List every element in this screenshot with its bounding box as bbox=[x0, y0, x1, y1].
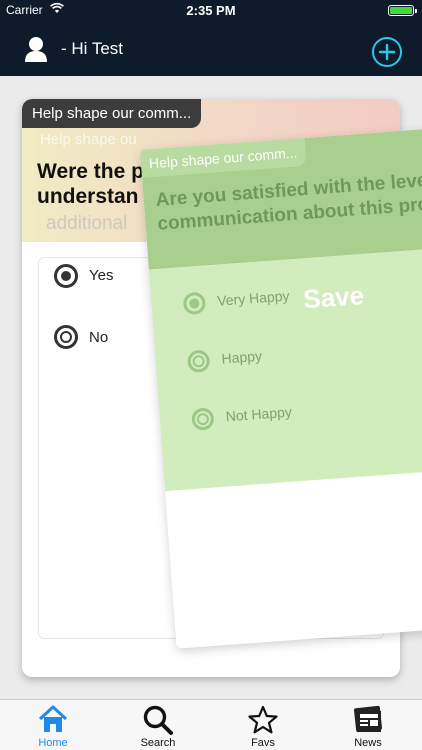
greeting-text: - Hi Test bbox=[61, 39, 124, 58]
question-area: Help shape our comm... Are you satisfied… bbox=[140, 124, 422, 270]
status-bar: Carrier 2:35 PM bbox=[0, 0, 422, 22]
radio-not-happy[interactable] bbox=[191, 407, 215, 431]
clock: 2:35 PM bbox=[186, 3, 236, 18]
search-icon bbox=[143, 705, 173, 735]
plus-circle-icon bbox=[378, 43, 396, 61]
battery-icon bbox=[388, 5, 417, 16]
add-button[interactable] bbox=[372, 37, 402, 67]
radio-yes[interactable] bbox=[54, 264, 78, 288]
tab-news[interactable]: News bbox=[333, 700, 403, 750]
survey-card-front[interactable]: Help shape our comm... Are you satisfied… bbox=[140, 124, 422, 649]
radio-very-happy[interactable] bbox=[182, 291, 207, 316]
tab-search[interactable]: Search bbox=[123, 700, 193, 750]
option-label: No bbox=[89, 329, 109, 346]
star-icon bbox=[248, 705, 278, 734]
card-tag: Help shape our comm... bbox=[22, 99, 202, 128]
tab-home[interactable]: Home bbox=[18, 700, 88, 750]
option-label: Yes bbox=[89, 267, 114, 284]
option-label: Not Happy bbox=[225, 403, 293, 425]
options-area: Save Very Happy Happy Not Happy bbox=[148, 244, 422, 492]
radio-no[interactable] bbox=[54, 325, 78, 349]
app-header: - Hi Test bbox=[0, 22, 422, 76]
tab-favs[interactable]: Favs bbox=[228, 700, 298, 750]
tag-ghost-text: Help shape ou bbox=[40, 131, 137, 148]
option-label: Happy bbox=[220, 347, 263, 367]
tab-bar: Home Search Favs News bbox=[0, 699, 422, 750]
option-label: Very Happy bbox=[216, 287, 291, 309]
ghost-text: additional bbox=[46, 213, 128, 234]
home-icon bbox=[38, 705, 68, 732]
newspaper-icon bbox=[354, 705, 382, 733]
save-button[interactable]: Save bbox=[302, 280, 365, 315]
user-icon[interactable] bbox=[24, 36, 48, 62]
radio-happy[interactable] bbox=[186, 349, 211, 374]
